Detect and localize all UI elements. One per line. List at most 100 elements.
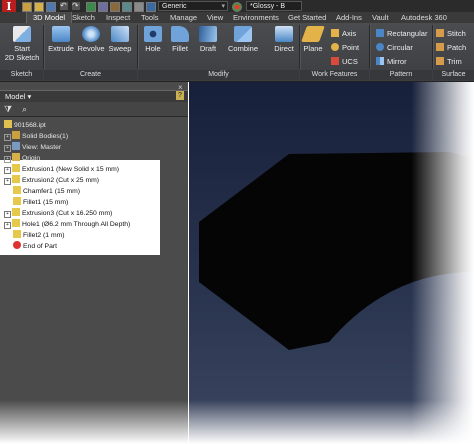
properties-icon[interactable]	[134, 2, 144, 12]
help-icon[interactable]: ?	[176, 91, 184, 100]
revolve-icon	[82, 26, 100, 42]
appearance-dropdown[interactable]: Generic ▾	[158, 1, 228, 11]
undo-icon[interactable]: ↶	[60, 2, 68, 10]
group-label-create: Create	[44, 70, 137, 80]
sweep-icon	[111, 26, 129, 42]
tab-autodesk-360[interactable]: Autodesk 360	[401, 12, 447, 23]
hole-label: Hole	[145, 44, 161, 53]
mirror-icon	[376, 57, 384, 65]
tree-node-origin[interactable]: + Origin	[4, 153, 40, 164]
solid-bodies-icon	[12, 131, 20, 139]
chevron-down-icon: ▾	[221, 3, 225, 10]
plane-icon	[301, 26, 325, 42]
tree-node-label: Hole1 (Ø6.2 mm Through All Depth)	[22, 221, 131, 228]
tab-environments[interactable]: Environments	[233, 12, 279, 23]
tab-manage[interactable]: Manage	[170, 12, 197, 23]
tree-node-end-of-part[interactable]: End of Part	[13, 241, 57, 252]
direct-button[interactable]: Direct	[270, 26, 298, 60]
folder-icon	[12, 153, 20, 161]
tree-node-extrusion2[interactable]: + Extrusion2 (Cut x 25 mm)	[4, 175, 99, 186]
group-label-sketch: Sketch	[0, 70, 43, 80]
tab-sketch[interactable]: Sketch	[72, 12, 95, 23]
point-label: Point	[342, 43, 360, 52]
rectangular-pattern-icon	[376, 29, 384, 37]
expand-icon[interactable]: +	[4, 211, 11, 218]
tree-node-hole1[interactable]: + Hole1 (Ø6.2 mm Through All Depth)	[4, 219, 130, 230]
filter-icon[interactable]: ⧩	[4, 104, 12, 115]
open-file-icon[interactable]	[34, 2, 44, 12]
vignette-bottom	[0, 400, 474, 444]
tree-node-extrusion1[interactable]: + Extrusion1 (New Solid x 15 mm)	[4, 164, 119, 175]
tree-node-solid-bodies[interactable]: + Solid Bodies(1)	[4, 131, 68, 142]
patch-icon	[436, 43, 444, 51]
return-icon[interactable]	[86, 2, 96, 12]
start-2d-sketch-button[interactable]: Start 2D Sketch	[4, 26, 40, 62]
tree-node-extrusion3[interactable]: + Extrusion3 (Cut x 16.250 mm)	[4, 208, 112, 219]
tab-vault[interactable]: Vault	[372, 12, 389, 23]
tree-node-fillet1[interactable]: Fillet1 (15 mm)	[13, 197, 68, 208]
expand-icon[interactable]: +	[4, 156, 11, 163]
tab-3d-model[interactable]: 3D Model	[26, 12, 73, 23]
tree-node-part[interactable]: 901568.ipt	[4, 120, 46, 131]
combine-button[interactable]: Combine	[225, 26, 261, 60]
save-icon[interactable]	[46, 2, 56, 12]
expand-icon[interactable]: +	[4, 178, 11, 185]
group-label-modify: Modify	[138, 70, 299, 80]
ucs-icon	[331, 57, 339, 65]
fillet-feature-icon	[13, 230, 21, 238]
redo-icon[interactable]: ↷	[72, 2, 80, 10]
point-button[interactable]: Point	[331, 42, 359, 53]
appearance-icon[interactable]	[146, 2, 156, 12]
find-icon[interactable]: ⌕	[22, 104, 27, 115]
plane-button[interactable]: Plane	[301, 26, 325, 60]
tree-node-label: Origin	[22, 155, 41, 162]
mirror-button[interactable]: Mirror	[376, 56, 407, 67]
end-of-part-icon	[13, 241, 21, 249]
tree-node-chamfer1[interactable]: Chamfer1 (15 mm)	[13, 186, 80, 197]
close-icon[interactable]: ×	[178, 83, 183, 92]
expand-icon[interactable]: +	[4, 134, 11, 141]
tab-tools[interactable]: Tools	[141, 12, 159, 23]
hole-button[interactable]: Hole	[141, 26, 165, 60]
circular-pattern-button[interactable]: Circular	[376, 42, 413, 53]
tree-node-label: Fillet2 (1 mm)	[23, 232, 65, 239]
axis-icon	[331, 29, 339, 37]
stitch-icon	[436, 29, 444, 37]
browser-toolbar: ⧩ ⌕	[0, 102, 188, 117]
rectangular-pattern-button[interactable]: Rectangular	[376, 28, 427, 39]
select-icon[interactable]	[98, 2, 108, 12]
expand-icon[interactable]: +	[4, 222, 11, 229]
tree-node-fillet2[interactable]: Fillet2 (1 mm)	[13, 230, 65, 241]
ucs-label: UCS	[342, 57, 358, 66]
extrude-feature-icon	[12, 164, 20, 172]
group-label-surface: Surface	[433, 70, 474, 80]
fillet-button[interactable]: Fillet	[167, 26, 193, 60]
draft-label: Draft	[199, 44, 217, 53]
ucs-button[interactable]: UCS	[331, 56, 358, 67]
color-wheel-icon[interactable]	[232, 2, 242, 12]
extrude-button[interactable]: Extrude	[47, 26, 75, 60]
tree-node-view[interactable]: + View: Master	[4, 142, 61, 153]
sweep-label: Sweep	[108, 44, 132, 53]
point-icon	[331, 43, 339, 51]
measure-icon[interactable]	[122, 2, 132, 12]
tab-view[interactable]: View	[207, 12, 223, 23]
update-icon[interactable]	[110, 2, 120, 12]
patch-button[interactable]: Patch	[436, 42, 466, 53]
expand-icon[interactable]: +	[4, 167, 11, 174]
draft-button[interactable]: Draft	[195, 26, 221, 60]
tab-inspect[interactable]: Inspect	[106, 12, 130, 23]
trim-button[interactable]: Trim	[436, 56, 462, 67]
revolve-button[interactable]: Revolve	[76, 26, 106, 60]
new-file-icon[interactable]	[22, 2, 32, 12]
expand-icon[interactable]: +	[4, 145, 11, 152]
axis-button[interactable]: Axis	[331, 28, 356, 39]
sweep-button[interactable]: Sweep	[107, 26, 133, 60]
tree-node-label: Solid Bodies(1)	[22, 133, 69, 140]
tree-node-label: Extrusion3 (Cut x 16.250 mm)	[22, 210, 113, 217]
material-dropdown[interactable]: *Glossy - B	[246, 1, 302, 11]
tab-get-started[interactable]: Get Started	[288, 12, 326, 23]
tab-add-ins[interactable]: Add-Ins	[336, 12, 362, 23]
stitch-button[interactable]: Stitch	[436, 28, 466, 39]
tree-node-label: View: Master	[22, 144, 62, 151]
